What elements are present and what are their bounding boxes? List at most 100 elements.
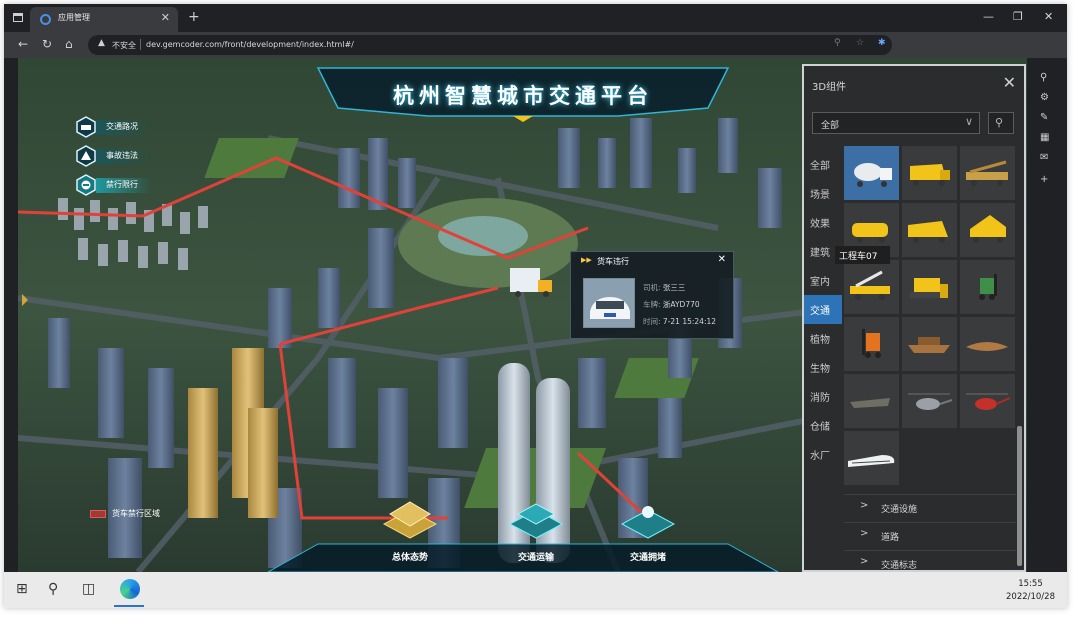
tab-close-icon[interactable]: ✕ bbox=[161, 11, 170, 24]
component-engineering-truck[interactable] bbox=[902, 203, 957, 257]
section-traffic-signs[interactable]: > 交通标志 bbox=[844, 550, 1016, 572]
section-traffic-facilities[interactable]: > 交通设施 bbox=[844, 494, 1016, 520]
category-plant[interactable]: 植物 bbox=[804, 324, 842, 353]
category-effect[interactable]: 效果 bbox=[804, 208, 842, 237]
search-icon[interactable]: ⚲ bbox=[48, 581, 58, 597]
maximize-button[interactable]: ❐ bbox=[1013, 10, 1023, 23]
component-tooltip: 工程车07 bbox=[835, 246, 890, 264]
browser-tab[interactable]: 应用管理 ✕ bbox=[30, 7, 178, 32]
warning-icon bbox=[76, 145, 96, 167]
nav-label: 交通拥堵 bbox=[629, 553, 666, 563]
home-icon[interactable]: ⌂ bbox=[65, 37, 73, 51]
windows-start-icon[interactable]: ⊞ bbox=[16, 581, 28, 597]
active-app-indicator bbox=[114, 605, 144, 607]
favicon-icon bbox=[40, 14, 51, 25]
section-label: 道路 bbox=[881, 533, 900, 543]
component-helicopter-red[interactable] bbox=[960, 374, 1015, 428]
minimize-button[interactable]: — bbox=[983, 10, 994, 23]
category-creature[interactable]: 生物 bbox=[804, 353, 842, 382]
component-dump-truck[interactable] bbox=[902, 146, 957, 200]
nav-congestion[interactable]: 交通拥堵 bbox=[608, 496, 688, 568]
category-indoor[interactable]: 室内 bbox=[804, 266, 842, 295]
browser-window: 应用管理 ✕ + — ❐ ✕ ← ↻ ⌂ ▲ 不安全 dev.gemcoder.… bbox=[4, 4, 1067, 608]
section-label: 交通设施 bbox=[881, 505, 918, 515]
panel-close-icon[interactable]: ✕ bbox=[1003, 73, 1016, 92]
legend-swatch bbox=[90, 510, 106, 518]
nav-transport[interactable]: 交通运输 bbox=[496, 496, 576, 568]
outlook-icon[interactable]: ✉ bbox=[1040, 152, 1048, 163]
category-storage[interactable]: 仓储 bbox=[804, 411, 842, 440]
read-aloud-icon[interactable]: ⚲ bbox=[834, 38, 841, 48]
vehicle-photo bbox=[583, 278, 635, 328]
components-panel: 3D组件 ✕ 全部 ∨ ⚲ 全部 场景 效果 建筑 室内 交通 植物 生物 消防… bbox=[802, 64, 1026, 572]
no-entry-icon bbox=[76, 174, 96, 196]
taskbar: ⊞ ⚲ ◫ 15:55 2022/10/28 bbox=[4, 572, 1067, 608]
address-toolbar: ← ↻ ⌂ ▲ 不安全 dev.gemcoder.com/front/devel… bbox=[4, 32, 1067, 58]
security-label[interactable]: 不安全 bbox=[112, 40, 136, 51]
component-canoe[interactable] bbox=[960, 317, 1015, 371]
component-forklift-orange[interactable] bbox=[844, 317, 899, 371]
component-high-speed-train[interactable] bbox=[844, 431, 899, 485]
category-all[interactable]: 全部 bbox=[804, 150, 842, 179]
component-mixer-truck[interactable] bbox=[844, 146, 899, 200]
nav-overview[interactable]: 总体态势 bbox=[370, 496, 450, 568]
panel-title: 3D组件 bbox=[812, 82, 847, 93]
favorite-star-icon[interactable]: ☆ bbox=[856, 38, 864, 48]
filter-value: 全部 bbox=[821, 121, 840, 131]
component-helicopter-gray[interactable] bbox=[902, 374, 957, 428]
extension-icon[interactable]: ✱ bbox=[878, 38, 886, 48]
component-aerial-crane[interactable] bbox=[844, 260, 899, 314]
panel-scrollbar[interactable] bbox=[1017, 146, 1022, 568]
window-menu-icon[interactable] bbox=[13, 13, 23, 22]
layers-icon bbox=[382, 501, 438, 539]
chevron-right-icon: > bbox=[860, 556, 869, 567]
title-bar: 应用管理 ✕ + — ❐ ✕ bbox=[4, 4, 1067, 32]
popup-close-icon[interactable]: ✕ bbox=[718, 254, 726, 265]
search-button[interactable]: ⚲ bbox=[988, 112, 1014, 134]
url-text[interactable]: dev.gemcoder.com/front/development/index… bbox=[146, 40, 354, 49]
category-scene[interactable]: 场景 bbox=[804, 179, 842, 208]
component-crane-truck[interactable] bbox=[960, 146, 1015, 200]
url-separator bbox=[140, 39, 141, 50]
close-window-button[interactable]: ✕ bbox=[1044, 10, 1053, 23]
system-clock[interactable]: 15:55 2022/10/28 bbox=[1006, 578, 1055, 604]
menu-label: 事故违法 bbox=[106, 151, 138, 160]
shopping-icon[interactable]: ⚙ bbox=[1040, 92, 1049, 103]
reload-icon[interactable]: ↻ bbox=[42, 37, 52, 51]
category-waterworks[interactable]: 水厂 bbox=[804, 440, 842, 469]
tools-icon[interactable]: ✎ bbox=[1040, 112, 1048, 123]
back-icon[interactable]: ← bbox=[18, 37, 28, 51]
category-filter-select[interactable]: 全部 ∨ bbox=[812, 112, 980, 134]
search-icon: ⚲ bbox=[995, 116, 1004, 129]
warning-icon: ▲ bbox=[98, 38, 105, 48]
add-sidebar-icon[interactable]: + bbox=[1040, 174, 1048, 185]
page-header: 杭州智慧城市交通平台 bbox=[318, 68, 728, 114]
chevron-right-icon: > bbox=[860, 500, 869, 511]
popup-title: 货车违行 bbox=[597, 257, 629, 266]
category-fire[interactable]: 消防 bbox=[804, 382, 842, 411]
legend-label: 货车禁行区域 bbox=[112, 509, 160, 518]
menu-label: 交通路况 bbox=[106, 122, 138, 131]
address-bar[interactable]: ▲ 不安全 dev.gemcoder.com/front/development… bbox=[88, 35, 892, 55]
category-traffic[interactable]: 交通 bbox=[804, 295, 842, 324]
plate-row: 车牌: 浙AYD770 bbox=[643, 300, 700, 309]
office-icon[interactable]: ▦ bbox=[1040, 132, 1049, 143]
clock-time: 15:55 bbox=[1018, 579, 1043, 589]
component-grid bbox=[844, 146, 1016, 494]
component-rowboat[interactable] bbox=[844, 374, 899, 428]
location-pin-icon bbox=[620, 506, 676, 539]
component-tipper-truck[interactable] bbox=[960, 203, 1015, 257]
search-icon[interactable]: ⚲ bbox=[1040, 72, 1047, 83]
task-view-icon[interactable]: ◫ bbox=[82, 581, 95, 597]
component-bulldozer[interactable] bbox=[902, 260, 957, 314]
browser-sidebar: ⚲ ⚙ ✎ ▦ ✉ + bbox=[1027, 58, 1067, 572]
edge-browser-icon[interactable] bbox=[120, 579, 140, 599]
component-forklift-green[interactable] bbox=[960, 260, 1015, 314]
section-roads[interactable]: > 道路 bbox=[844, 522, 1016, 548]
menu-label: 禁行限行 bbox=[106, 180, 138, 189]
new-tab-button[interactable]: + bbox=[188, 9, 200, 25]
nav-label: 交通运输 bbox=[517, 553, 554, 563]
component-wooden-boat[interactable] bbox=[902, 317, 957, 371]
scrollbar-thumb[interactable] bbox=[1017, 426, 1022, 566]
driver-row: 司机: 张三三 bbox=[643, 283, 686, 292]
